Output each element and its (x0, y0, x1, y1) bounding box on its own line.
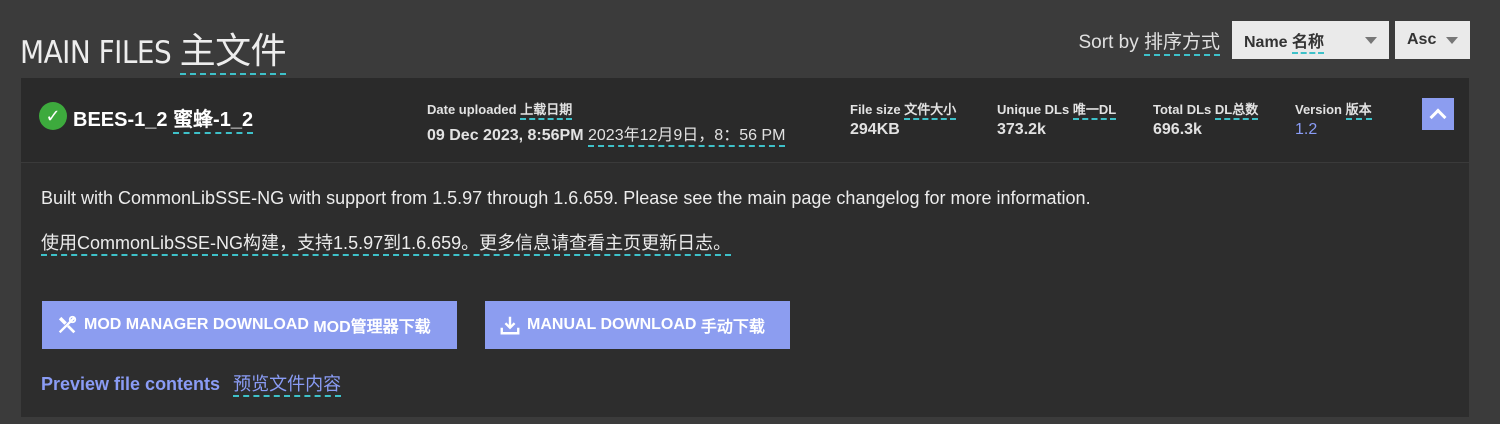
section-title-zh: 主文件 (179, 31, 287, 75)
check-circle-icon: ✓ (39, 102, 67, 130)
download-icon (500, 316, 520, 335)
file-name: BEES-1_2 蜜蜂-1_2 (73, 103, 254, 134)
caret-down-icon (1365, 36, 1377, 44)
stat-date-uploaded: Date uploaded 上载日期 09 Dec 2023, 8:56PM 2… (427, 99, 786, 147)
preview-file-contents-link[interactable]: Preview file contents 预览文件内容 (41, 370, 342, 397)
sort-field-select[interactable]: Name 名称 (1232, 21, 1389, 59)
section-title-en: MAIN FILES (20, 35, 172, 71)
chevron-up-icon (1429, 108, 1447, 125)
sort-controls: Sort by 排序方式 Name 名称 Asc (1079, 21, 1470, 59)
stat-version: Version 版本 1.2 (1295, 102, 1372, 138)
section-title: MAIN FILES 主文件 (20, 22, 287, 75)
stat-unique-dls: Unique DLs 唯一DL 373.2k (997, 102, 1117, 138)
caret-down-icon (1446, 36, 1458, 44)
sort-label: Sort by 排序方式 (1079, 27, 1220, 56)
stat-total-dls: Total DLs DL总数 696.3k (1153, 102, 1259, 138)
file-card-header[interactable]: ✓ BEES-1_2 蜜蜂-1_2 Date uploaded 上载日期 09 … (21, 78, 1469, 163)
tools-icon (58, 315, 77, 334)
file-card: ✓ BEES-1_2 蜜蜂-1_2 Date uploaded 上载日期 09 … (21, 78, 1469, 417)
description-zh: 使用CommonLibSSE-NG构建，支持1.5.97到1.6.659。更多信… (41, 229, 732, 256)
sort-direction-value: Asc (1407, 31, 1437, 48)
mod-manager-download-button[interactable]: MOD MANAGER DOWNLOAD MOD管理器下载 (42, 301, 457, 349)
collapse-button[interactable] (1422, 98, 1454, 130)
description-en: Built with CommonLibSSE-NG with support … (41, 188, 1091, 208)
manual-download-button[interactable]: MANUAL DOWNLOAD 手动下载 (485, 301, 790, 349)
sort-direction-select[interactable]: Asc (1395, 21, 1470, 59)
stat-file-size: File size 文件大小 294KB (850, 102, 957, 138)
sort-field-value: Name 名称 (1244, 28, 1325, 54)
